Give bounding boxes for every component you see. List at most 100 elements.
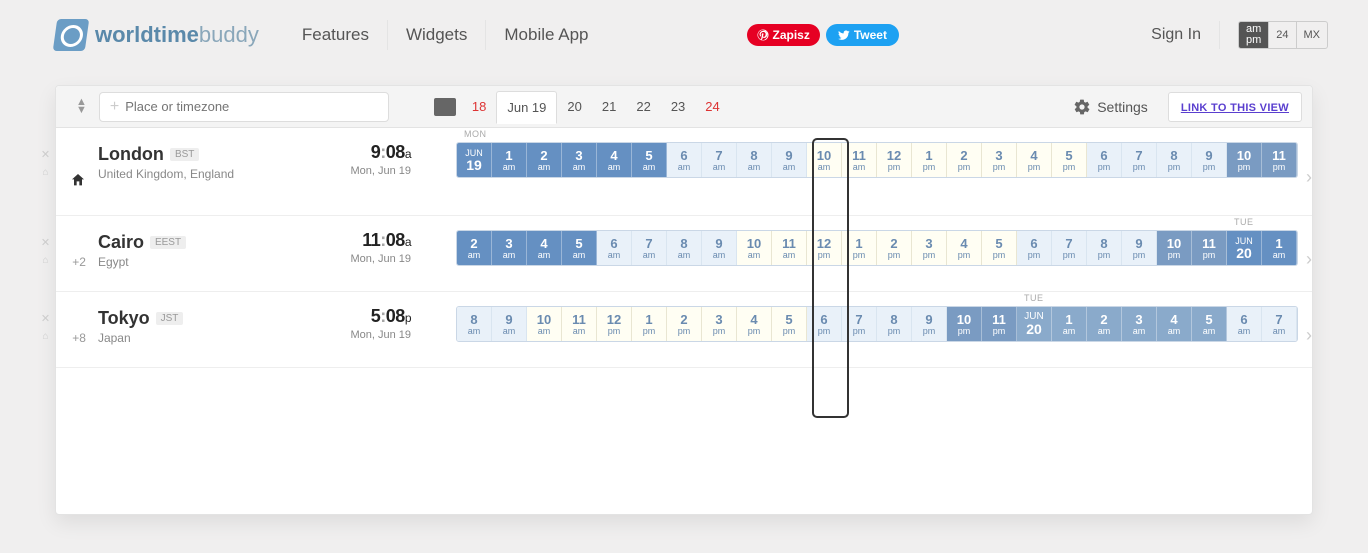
home-toggle-icon[interactable]: ⌂ bbox=[42, 255, 48, 266]
hour-cell[interactable]: 11am bbox=[772, 231, 807, 265]
hour-cell[interactable]: 6pm bbox=[1087, 143, 1122, 177]
hour-cell[interactable]: 8am bbox=[457, 307, 492, 341]
hour-cell[interactable]: 2am bbox=[1087, 307, 1122, 341]
remove-row-icon[interactable]: ✕ bbox=[41, 236, 50, 249]
hour-cell[interactable]: 1am bbox=[1262, 231, 1297, 265]
hour-cell[interactable]: 3pm bbox=[702, 307, 737, 341]
hour-cell[interactable]: 2pm bbox=[667, 307, 702, 341]
hour-cell[interactable]: 6am bbox=[597, 231, 632, 265]
hour-cell[interactable]: 6am bbox=[667, 143, 702, 177]
hour-cell[interactable]: 7am bbox=[702, 143, 737, 177]
date-jun19[interactable]: Jun 19 bbox=[496, 91, 557, 124]
date-18[interactable]: 18 bbox=[462, 91, 496, 122]
hour-cell[interactable]: 4pm bbox=[1017, 143, 1052, 177]
place-search-box[interactable]: + bbox=[99, 92, 389, 122]
hour-cell[interactable]: 7pm bbox=[1052, 231, 1087, 265]
hour-cell[interactable]: 9pm bbox=[1122, 231, 1157, 265]
hour-cell[interactable]: 2am bbox=[527, 143, 562, 177]
hour-cell[interactable]: 8am bbox=[667, 231, 702, 265]
hour-cell[interactable]: 10am bbox=[737, 231, 772, 265]
hour-cell[interactable]: 8pm bbox=[1087, 231, 1122, 265]
hour-cell[interactable]: 11pm bbox=[1262, 143, 1297, 177]
hour-cell[interactable]: 4pm bbox=[947, 231, 982, 265]
logo[interactable]: worldtimebuddy bbox=[55, 19, 259, 51]
hour-cell[interactable]: 10am bbox=[807, 143, 842, 177]
hour-cell[interactable]: 9am bbox=[492, 307, 527, 341]
hour-cell[interactable]: 1am bbox=[492, 143, 527, 177]
hour-cell[interactable]: 4am bbox=[597, 143, 632, 177]
home-toggle-icon[interactable]: ⌂ bbox=[42, 331, 48, 342]
hour-cell[interactable]: JUN19 bbox=[457, 143, 492, 177]
mode-ampm[interactable]: ampm bbox=[1239, 22, 1269, 48]
sort-button[interactable]: ▲▼ bbox=[76, 99, 87, 114]
hour-cell[interactable]: 12pm bbox=[597, 307, 632, 341]
date-22[interactable]: 22 bbox=[626, 91, 660, 122]
hour-cell[interactable]: 9am bbox=[702, 231, 737, 265]
hour-cell[interactable]: 4am bbox=[1157, 307, 1192, 341]
hour-cell[interactable]: 12pm bbox=[877, 143, 912, 177]
hour-cell[interactable]: 5pm bbox=[772, 307, 807, 341]
hour-cell[interactable]: 6am bbox=[1227, 307, 1262, 341]
hour-cell[interactable]: 2pm bbox=[877, 231, 912, 265]
hour-cell[interactable]: 10pm bbox=[1157, 231, 1192, 265]
hour-cell[interactable]: 1am bbox=[1052, 307, 1087, 341]
hour-cell[interactable]: 10am bbox=[527, 307, 562, 341]
hour-cell[interactable]: 6pm bbox=[807, 307, 842, 341]
hour-cell[interactable]: 11pm bbox=[1192, 231, 1227, 265]
hour-cell[interactable]: 11pm bbox=[982, 307, 1017, 341]
hour-cell[interactable]: 3am bbox=[562, 143, 597, 177]
hour-grid[interactable]: 8am9am10am11am12pm1pm2pm3pm4pm5pm6pm7pm8… bbox=[456, 306, 1298, 342]
hour-cell[interactable]: 11am bbox=[842, 143, 877, 177]
hour-cell[interactable]: 3pm bbox=[912, 231, 947, 265]
hour-cell[interactable]: 9pm bbox=[912, 307, 947, 341]
calendar-icon[interactable] bbox=[434, 98, 456, 116]
hour-cell[interactable]: 6pm bbox=[1017, 231, 1052, 265]
hour-cell[interactable]: 11am bbox=[562, 307, 597, 341]
date-21[interactable]: 21 bbox=[592, 91, 626, 122]
hour-cell[interactable]: 3am bbox=[1122, 307, 1157, 341]
hour-cell[interactable]: 8am bbox=[737, 143, 772, 177]
next-arrow-icon[interactable]: › bbox=[1306, 249, 1312, 270]
date-20[interactable]: 20 bbox=[557, 91, 591, 122]
nav-widgets[interactable]: Widgets bbox=[388, 20, 486, 50]
hour-cell[interactable]: 1pm bbox=[842, 231, 877, 265]
hour-cell[interactable]: 9pm bbox=[1192, 143, 1227, 177]
hour-cell[interactable]: 8pm bbox=[1157, 143, 1192, 177]
hour-cell[interactable]: 5pm bbox=[1052, 143, 1087, 177]
search-input[interactable] bbox=[125, 99, 378, 114]
hour-cell[interactable]: 7am bbox=[632, 231, 667, 265]
hour-cell[interactable]: 2pm bbox=[947, 143, 982, 177]
hour-cell[interactable]: 1pm bbox=[632, 307, 667, 341]
hour-cell[interactable]: 7pm bbox=[1122, 143, 1157, 177]
hour-grid[interactable]: JUN191am2am3am4am5am6am7am8am9am10am11am… bbox=[456, 142, 1298, 178]
hour-cell[interactable]: 5am bbox=[632, 143, 667, 177]
mode-mx[interactable]: MX bbox=[1297, 22, 1328, 48]
remove-row-icon[interactable]: ✕ bbox=[41, 148, 50, 161]
sign-in-link[interactable]: Sign In bbox=[1151, 26, 1201, 44]
hour-cell[interactable]: 5am bbox=[1192, 307, 1227, 341]
hour-cell[interactable]: 5am bbox=[562, 231, 597, 265]
hour-cell[interactable]: 7pm bbox=[842, 307, 877, 341]
remove-row-icon[interactable]: ✕ bbox=[41, 312, 50, 325]
hour-cell[interactable]: 3am bbox=[492, 231, 527, 265]
hour-cell[interactable]: 10pm bbox=[1227, 143, 1262, 177]
settings-link[interactable]: Settings bbox=[1073, 98, 1148, 116]
link-to-view-button[interactable]: LINK TO THIS VIEW bbox=[1168, 92, 1302, 122]
date-23[interactable]: 23 bbox=[661, 91, 695, 122]
hour-cell[interactable]: JUN20 bbox=[1227, 231, 1262, 265]
hour-cell[interactable]: 4pm bbox=[737, 307, 772, 341]
tweet-button[interactable]: Tweet bbox=[826, 24, 899, 46]
pinterest-save-button[interactable]: Zapisz bbox=[747, 24, 820, 46]
hour-grid[interactable]: 2am3am4am5am6am7am8am9am10am11am12pm1pm2… bbox=[456, 230, 1298, 266]
hour-cell[interactable]: 4am bbox=[527, 231, 562, 265]
mode-24h[interactable]: 24 bbox=[1269, 22, 1296, 48]
hour-cell[interactable]: 12pm bbox=[807, 231, 842, 265]
nav-mobile-app[interactable]: Mobile App bbox=[486, 20, 606, 50]
date-24[interactable]: 24 bbox=[695, 91, 729, 122]
next-arrow-icon[interactable]: › bbox=[1306, 167, 1312, 188]
next-arrow-icon[interactable]: › bbox=[1306, 325, 1312, 346]
hour-cell[interactable]: 8pm bbox=[877, 307, 912, 341]
hour-cell[interactable]: 1pm bbox=[912, 143, 947, 177]
hour-cell[interactable]: 10pm bbox=[947, 307, 982, 341]
home-toggle-icon[interactable]: ⌂ bbox=[42, 167, 48, 178]
